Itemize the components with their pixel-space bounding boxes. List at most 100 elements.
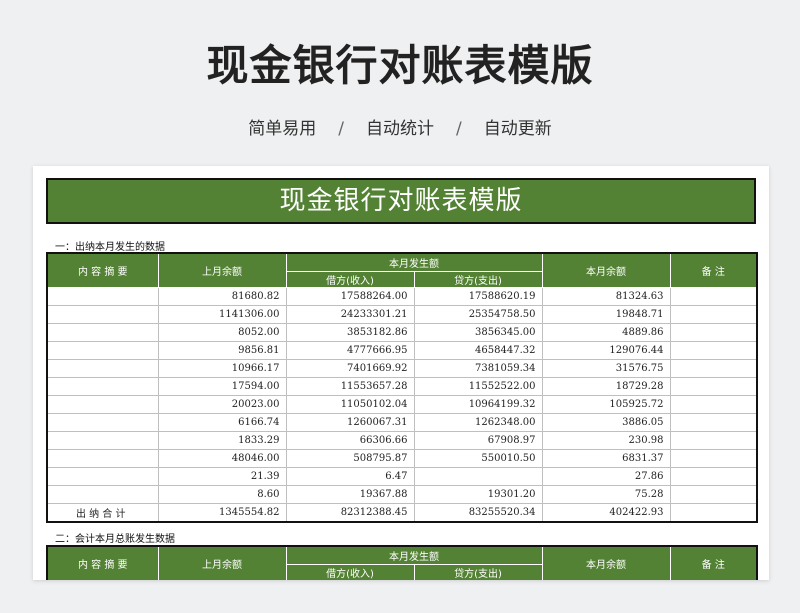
section2-label: 二：会计本月总账发生数据	[55, 534, 175, 545]
header-credit: 贷方(支出)	[413, 270, 543, 288]
cell-debit: 7401669.92	[285, 358, 415, 378]
header-this-balance: 本月余额	[541, 545, 671, 580]
cell-last-balance: 1141306.00	[157, 304, 287, 324]
cell-remark	[669, 448, 758, 468]
header-debit: 借方(收入)	[285, 270, 415, 288]
header-this-balance: 本月余额	[541, 252, 671, 288]
total-credit: 83255520.34	[413, 502, 543, 522]
row-content	[46, 358, 159, 378]
cell-last-balance: 20023.00	[157, 394, 287, 414]
table-row: 8052.00 3853182.86 3856345.00 4889.86	[46, 322, 758, 342]
table-row: 6166.74 1260067.31 1262348.00 3886.05	[46, 412, 758, 432]
header-debit: 借方(收入)	[285, 563, 415, 580]
row-content	[46, 412, 159, 432]
cell-balance: 129076.44	[541, 340, 671, 360]
cell-remark	[669, 358, 758, 378]
cell-credit: 10964199.32	[413, 394, 543, 414]
cell-balance: 81324.63	[541, 286, 671, 306]
cell-debit: 6.47	[285, 466, 415, 486]
cell-credit: 4658447.32	[413, 340, 543, 360]
cell-remark	[669, 466, 758, 486]
header-credit: 贷方(支出)	[413, 563, 543, 580]
cell-balance: 18729.28	[541, 376, 671, 396]
cell-remark	[669, 286, 758, 306]
row-content	[46, 448, 159, 468]
cell-last-balance: 9856.81	[157, 340, 287, 360]
cell-balance: 4889.86	[541, 322, 671, 342]
header-content: 内 容 摘 要	[46, 252, 159, 288]
row-content	[46, 340, 159, 360]
cell-last-balance: 17594.00	[157, 376, 287, 396]
row-content	[46, 376, 159, 396]
table-row: 8.60 19367.88 19301.20 75.28	[46, 484, 758, 504]
cell-balance: 105925.72	[541, 394, 671, 414]
cell-remark	[669, 376, 758, 396]
table-row: 1833.29 66306.66 67908.97 230.98	[46, 430, 758, 450]
cell-last-balance: 10966.17	[157, 358, 287, 378]
cell-last-balance: 6166.74	[157, 412, 287, 432]
cell-debit: 19367.88	[285, 484, 415, 504]
tag-separator: /	[456, 119, 462, 139]
cell-remark	[669, 412, 758, 432]
total-last: 1345554.82	[157, 502, 287, 522]
cell-credit: 7381059.34	[413, 358, 543, 378]
cell-credit: 67908.97	[413, 430, 543, 450]
table-row: 9856.81 4777666.95 4658447.32 129076.44	[46, 340, 758, 360]
cell-credit: 550010.50	[413, 448, 543, 468]
cell-last-balance: 48046.00	[157, 448, 287, 468]
total-remark	[669, 502, 758, 522]
tag-auto-update: 自动更新	[483, 119, 552, 139]
cell-debit: 508795.87	[285, 448, 415, 468]
total-balance: 402422.93	[541, 502, 671, 522]
cell-credit: 3856345.00	[413, 322, 543, 342]
table-row: 17594.00 11553657.28 11552522.00 18729.28	[46, 376, 758, 396]
cell-remark	[669, 430, 758, 450]
header-content: 内 容 摘 要	[46, 545, 159, 580]
cell-debit: 3853182.86	[285, 322, 415, 342]
spreadsheet-preview: 现金银行对账表模版 一：出纳本月发生的数据 内 容 摘 要 上月余额 本月发生额…	[33, 166, 769, 580]
cell-remark	[669, 484, 758, 504]
table-row: 10966.17 7401669.92 7381059.34 31576.75	[46, 358, 758, 378]
header-remark: 备 注	[669, 252, 758, 288]
section1-label: 一：出纳本月发生的数据	[55, 242, 165, 253]
sheet-title: 现金银行对账表模版	[46, 178, 756, 224]
header-month-amount: 本月发生额	[285, 252, 543, 272]
cell-remark	[669, 394, 758, 414]
cell-balance: 6831.37	[541, 448, 671, 468]
cell-credit: 11552522.00	[413, 376, 543, 396]
cell-credit: 25354758.50	[413, 304, 543, 324]
cell-balance: 31576.75	[541, 358, 671, 378]
cashier-table: 内 容 摘 要 上月余额 本月发生额 本月余额 备 注 借方(收入) 贷方(支出…	[46, 252, 758, 523]
cell-debit: 4777666.95	[285, 340, 415, 360]
total-row: 出 纳 合 计 1345554.82 82312388.45 83255520.…	[46, 502, 758, 522]
cell-credit: 1262348.00	[413, 412, 543, 432]
cell-last-balance: 8052.00	[157, 322, 287, 342]
tag-auto-stat: 自动统计	[366, 119, 434, 139]
cell-last-balance: 8.60	[157, 484, 287, 504]
cell-debit: 1260067.31	[285, 412, 415, 432]
cell-remark	[669, 322, 758, 342]
table-row: 48046.00 508795.87 550010.50 6831.37	[46, 448, 758, 468]
cell-debit: 17588264.00	[285, 286, 415, 306]
tag-easy: 简单易用	[248, 119, 317, 139]
table-row: 21.39 6.47 27.86	[46, 466, 758, 486]
cell-balance: 3886.05	[541, 412, 671, 432]
cell-debit: 24233301.21	[285, 304, 415, 324]
cell-balance: 75.28	[541, 484, 671, 504]
tag-separator: /	[338, 119, 344, 139]
cell-credit	[413, 466, 543, 486]
cell-credit: 19301.20	[413, 484, 543, 504]
header-remark: 备 注	[669, 545, 758, 580]
row-content	[46, 484, 159, 504]
cell-remark	[669, 340, 758, 360]
table-row: 81680.82 17588264.00 17588620.19 81324.63	[46, 286, 758, 306]
feature-tags: 简单易用 / 自动统计 / 自动更新	[0, 114, 800, 139]
row-content	[46, 286, 159, 306]
row-content	[46, 430, 159, 450]
page-title: 现金银行对账表模版	[206, 41, 594, 90]
row-content	[46, 394, 159, 414]
cell-last-balance: 1833.29	[157, 430, 287, 450]
total-label: 出 纳 合 计	[46, 502, 159, 522]
table-row: 20023.00 11050102.04 10964199.32 105925.72	[46, 394, 758, 414]
cell-balance: 230.98	[541, 430, 671, 450]
